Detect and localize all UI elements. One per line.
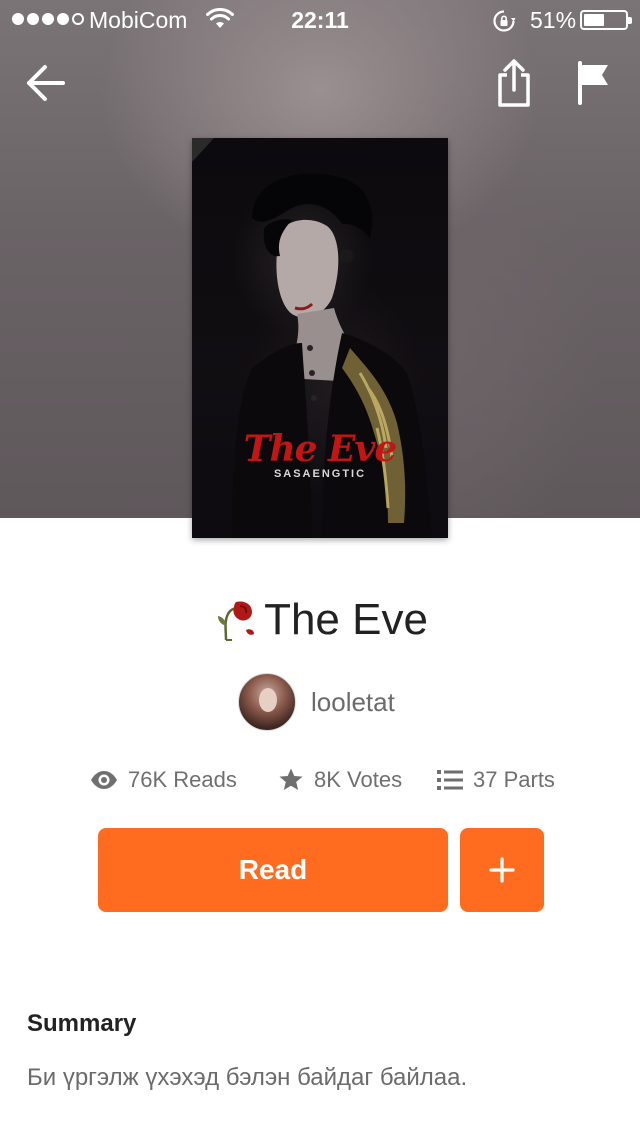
battery-percent: 51% [530,7,577,33]
reads-stat: 76K Reads [90,760,237,800]
parts-count: 37 Parts [473,767,555,792]
wilted-rose-icon [218,601,255,641]
plus-icon [489,857,515,883]
back-button[interactable] [20,58,70,108]
read-button[interactable]: Read [98,828,448,912]
cover-author: SASAENGTIC [273,468,367,480]
summary-heading: Summary [27,1010,137,1037]
avatar[interactable] [238,673,296,731]
list-icon [437,770,463,790]
parts-stat: 37 Parts [437,760,555,800]
story-title-text: The Eve [264,595,428,644]
summary-text: Би үргэлж үхэхэд бэлэн байдаг байлаа. [27,1064,468,1091]
book-cover[interactable]: The Eve SASAENGTIC [192,138,448,538]
votes-stat: 8K Votes [278,760,402,800]
battery-icon [580,10,632,30]
battery-fill [584,14,604,26]
reads-count: 76K Reads [128,767,237,792]
status-bar: MobiCom 22:11 51% [0,0,640,40]
back-arrow-icon [27,65,65,101]
votes-count: 8K Votes [314,767,403,792]
add-to-library-button[interactable] [460,828,544,912]
share-icon [498,59,530,107]
star-icon [279,768,303,790]
story-title: The Eve [0,592,640,648]
author-name[interactable]: looletat [311,687,395,718]
story-stats: 76K Reads 8K Votes 37 Parts [0,760,640,800]
cover-title: The Eve [243,428,398,470]
eye-icon [91,771,117,789]
report-button[interactable] [569,58,619,108]
rotation-lock-icon [493,10,516,32]
author-link[interactable]: looletat [238,672,395,732]
flag-icon [578,61,608,105]
share-button[interactable] [489,58,539,108]
